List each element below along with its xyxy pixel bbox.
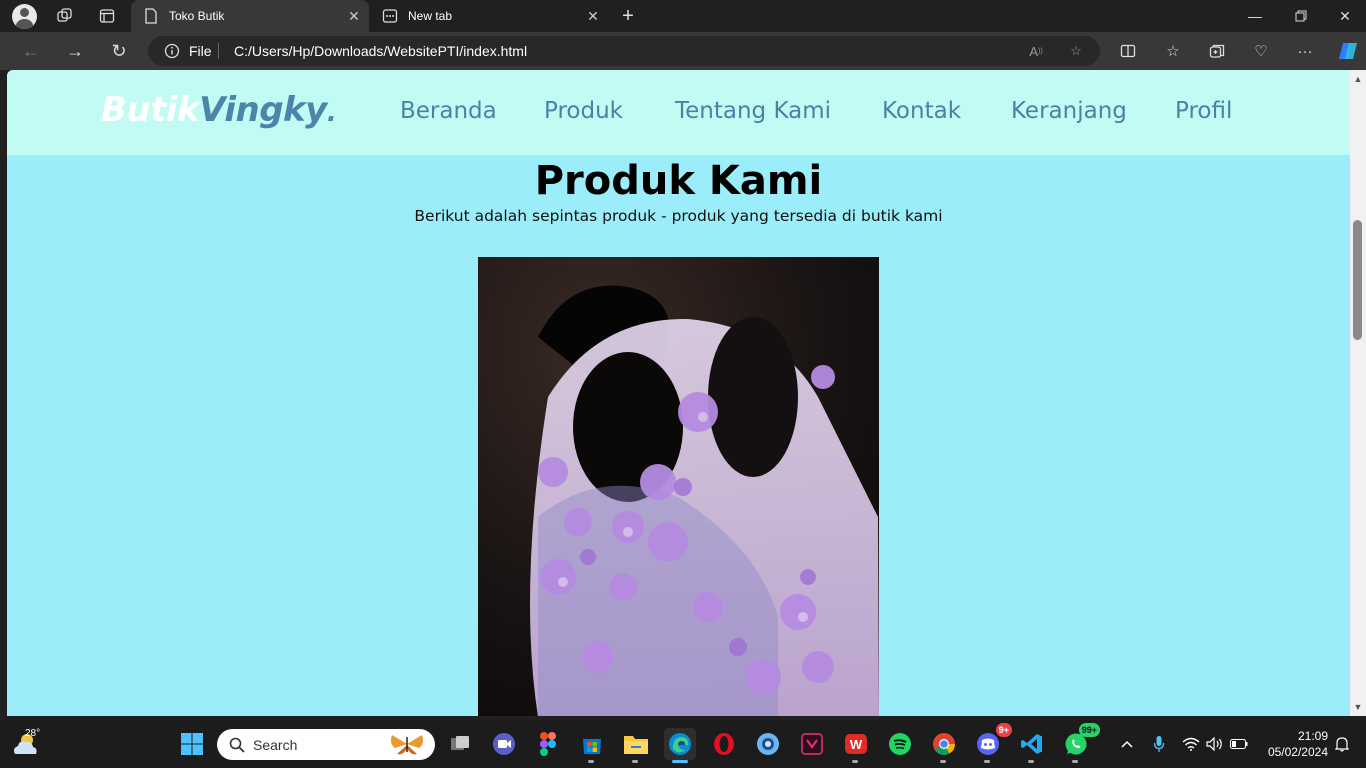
microsoft-store-icon[interactable] [576, 728, 608, 763]
whatsapp-badge: 99+ [1078, 723, 1100, 737]
windows-taskbar: 28° Search W 9+ 99+ 21:09 05/02/2024 [0, 720, 1366, 768]
weather-temperature: 28° [25, 728, 41, 739]
url-scheme-label: File [189, 43, 212, 59]
back-arrow-icon[interactable]: ← [18, 38, 44, 64]
search-icon [229, 737, 245, 753]
whatsapp-icon[interactable]: 99+ [1060, 723, 1100, 763]
tab-strip: Toko Butik ✕ New tab ✕ + — ✕ [0, 0, 1366, 32]
new-tab-page-icon [382, 8, 398, 24]
discord-badge: 9+ [995, 723, 1012, 737]
new-tab-plus-icon[interactable]: + [617, 5, 639, 27]
scroll-up-arrow-icon[interactable]: ▲ [1350, 72, 1366, 86]
microphone-icon[interactable] [1149, 734, 1169, 754]
favorite-star-icon[interactable]: ☆ [1066, 41, 1086, 61]
svg-text:W: W [850, 737, 863, 752]
favorites-icon[interactable]: ☆ [1163, 41, 1183, 61]
forward-arrow-icon[interactable]: → [62, 38, 88, 64]
task-view-icon[interactable] [444, 728, 476, 760]
site-navbar: ButikVingky. Beranda Produk Tentang Kami… [7, 70, 1350, 155]
chrome-icon[interactable] [928, 728, 960, 763]
search-label: Search [253, 737, 298, 753]
search-highlight-butterfly-icon [387, 732, 427, 757]
system-clock[interactable]: 21:09 05/02/2024 [1262, 728, 1328, 760]
notification-bell-icon[interactable] [1332, 734, 1352, 754]
vscode-icon[interactable] [1016, 728, 1048, 763]
product-image [478, 257, 879, 716]
browser-toolbar: ← → ↻ File C:/Users/Hp/Downloads/Website… [0, 32, 1366, 70]
wps-office-icon[interactable]: W [840, 728, 872, 763]
close-tab-icon[interactable]: ✕ [582, 5, 604, 27]
nav-link-kontak[interactable]: Kontak [882, 98, 961, 124]
volume-icon[interactable] [1205, 734, 1225, 754]
page-icon [143, 8, 159, 24]
clock-time: 21:09 [1297, 729, 1328, 743]
profile-avatar-icon[interactable] [12, 4, 37, 29]
url-text[interactable]: C:/Users/Hp/Downloads/WebsitePTI/index.h… [234, 43, 527, 59]
battery-icon[interactable] [1229, 734, 1249, 754]
file-explorer-folder-icon[interactable] [620, 728, 652, 763]
more-menu-icon[interactable]: ··· [1295, 41, 1315, 61]
figma-icon[interactable] [532, 728, 564, 760]
spotify-icon[interactable] [884, 728, 916, 760]
close-window-icon[interactable]: ✕ [1322, 0, 1366, 32]
page-scrollbar[interactable]: ▲ ▼ [1350, 70, 1366, 716]
copilot-icon[interactable] [1336, 41, 1360, 61]
opera-icon[interactable] [708, 728, 740, 760]
clock-date: 05/02/2024 [1267, 745, 1328, 759]
read-aloud-icon[interactable]: A)) [1026, 41, 1046, 61]
chevron-up-icon[interactable] [1117, 734, 1137, 754]
wifi-icon[interactable] [1181, 734, 1201, 754]
collections-icon[interactable] [1207, 41, 1227, 61]
start-windows-icon[interactable] [176, 728, 208, 760]
edge-browser-icon[interactable] [664, 728, 696, 763]
page-title: Produk Kami [534, 158, 823, 204]
nav-link-produk[interactable]: Produk [544, 98, 623, 124]
minimize-icon[interactable]: — [1232, 0, 1278, 32]
teams-meet-icon[interactable] [488, 728, 520, 760]
divider [218, 43, 219, 59]
close-tab-icon[interactable]: ✕ [343, 5, 365, 27]
nav-link-beranda[interactable]: Beranda [400, 98, 497, 124]
tab-toko-butik[interactable]: Toko Butik ✕ [131, 0, 369, 32]
refresh-icon[interactable]: ↻ [106, 38, 132, 64]
photo-app-icon[interactable] [752, 728, 784, 760]
scroll-thumb[interactable] [1353, 220, 1362, 340]
capcut-icon[interactable] [796, 728, 828, 760]
tab-title: Toko Butik [169, 9, 225, 23]
nav-link-keranjang[interactable]: Keranjang [1011, 98, 1127, 124]
page-subtitle: Berikut adalah sepintas produk - produk … [414, 207, 943, 225]
site-logo[interactable]: ButikVingky. [101, 90, 337, 130]
workspaces-icon[interactable] [56, 7, 74, 25]
tab-actions-icon[interactable] [98, 7, 116, 25]
discord-icon[interactable]: 9+ [972, 723, 1012, 763]
info-icon[interactable] [164, 43, 180, 59]
nav-link-profil[interactable]: Profil [1175, 98, 1232, 124]
tab-title: New tab [408, 9, 453, 23]
scroll-down-arrow-icon[interactable]: ▼ [1350, 700, 1366, 714]
browser-essentials-icon[interactable]: ♡ [1251, 41, 1271, 61]
split-screen-icon[interactable] [1118, 41, 1138, 61]
address-bar[interactable]: File C:/Users/Hp/Downloads/WebsitePTI/in… [148, 36, 1100, 66]
taskbar-search-box[interactable]: Search [217, 729, 435, 760]
page-viewport: ButikVingky. Beranda Produk Tentang Kami… [7, 70, 1350, 716]
restore-icon[interactable] [1278, 0, 1324, 32]
tab-new-tab[interactable]: New tab ✕ [370, 0, 608, 32]
nav-link-tentang-kami[interactable]: Tentang Kami [675, 98, 831, 124]
